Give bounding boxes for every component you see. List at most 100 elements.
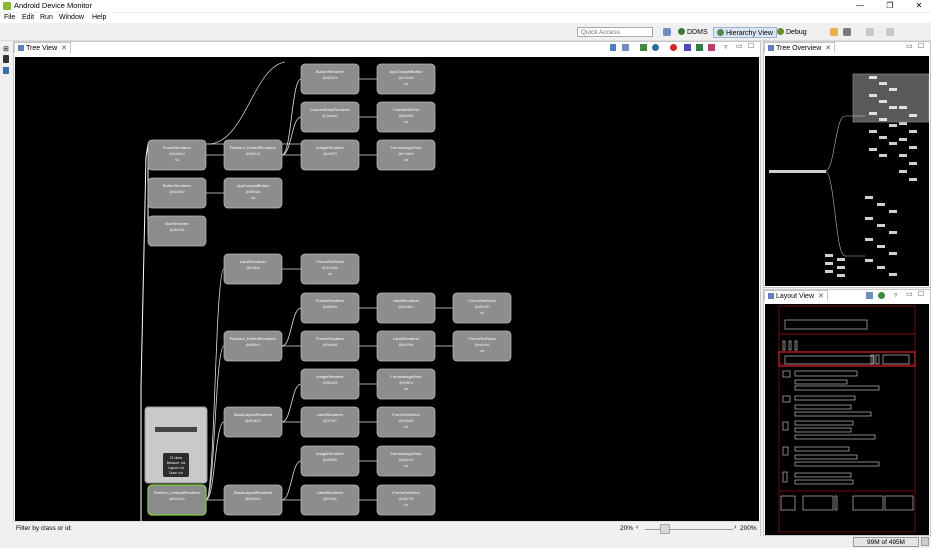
tree-node[interactable]: LabelRenderer @fe2f9ac: [300, 484, 360, 516]
tree-node[interactable]: LabelRenderer @2f77fe1: [300, 406, 360, 438]
tree-node[interactable]: Platform_DefaultRenderer @5e5f7a3: [223, 139, 283, 171]
node-detail: n/a: [480, 349, 485, 353]
menu-help[interactable]: Help: [92, 14, 106, 21]
next-annotation-icon[interactable]: [866, 28, 874, 36]
tree-node[interactable]: ButtonRenderer @2da8c90: [147, 177, 207, 209]
profile-nodes-icon[interactable]: [708, 44, 715, 51]
overview-node: [837, 266, 845, 269]
node-title: AppCompatButton: [390, 69, 423, 74]
view-menu-icon[interactable]: ▿: [724, 43, 728, 51]
tree-node[interactable]: FormsTextView @a6f2490 n/a: [452, 292, 512, 324]
preview-stat-line: 22 views: [170, 456, 183, 460]
tree-node[interactable]: CustomEntryRenderer @7aaeed2: [300, 101, 360, 133]
maximize-panel-icon[interactable]: ☐: [748, 42, 754, 50]
node-detail: n/a: [328, 272, 333, 276]
minimize-panel-icon[interactable]: ▭: [906, 42, 913, 50]
quick-access-input[interactable]: [577, 27, 653, 37]
zoom-slider-track[interactable]: [645, 529, 733, 530]
invalidate-layout-icon[interactable]: [652, 44, 659, 51]
maximize-panel-icon[interactable]: ☐: [918, 42, 924, 50]
maximize-panel-icon[interactable]: ☐: [918, 290, 924, 298]
dump-display-list-icon[interactable]: [696, 44, 703, 51]
menu-edit[interactable]: Edit: [22, 14, 34, 21]
tree-node[interactable]: FormsImageView @7bf5f7a n/a: [376, 368, 436, 400]
tree-node[interactable]: ImageRenderer @4b52f7f: [300, 139, 360, 171]
tool-icon[interactable]: [843, 28, 851, 36]
menu-file[interactable]: File: [4, 14, 15, 21]
tree-node[interactable]: AppCompatButton @f65b43a n/a: [223, 177, 283, 209]
window-title: Android Device Monitor: [14, 1, 92, 10]
save-png-icon[interactable]: [610, 44, 616, 51]
tab-tree-view[interactable]: Tree View ✕: [14, 42, 71, 53]
node-detail: n/a: [404, 387, 409, 391]
node-id: @d5b0d4e: [245, 497, 261, 501]
layout-canvas[interactable]: [765, 304, 929, 535]
tree-node[interactable]: ImageRenderer @f06a625: [300, 368, 360, 400]
menu-window[interactable]: Window: [59, 14, 84, 21]
tree-node[interactable]: Platform_DefaultRenderer @9ba0146: [147, 484, 207, 516]
perspective-debug[interactable]: Debug: [774, 27, 810, 38]
filter-input[interactable]: [76, 523, 600, 535]
zoom-slider-thumb[interactable]: [660, 524, 670, 534]
overview-node: [909, 162, 917, 165]
load-view-hierarchy-icon[interactable]: [640, 44, 647, 51]
request-layout-icon[interactable]: [684, 44, 691, 51]
close-button[interactable]: ✕: [909, 0, 929, 12]
tree-node[interactable]: FormsTextView @4f40796 n/a: [376, 484, 436, 516]
close-tab-icon[interactable]: ✕: [61, 45, 67, 52]
viewport-rect[interactable]: [852, 73, 930, 123]
tree-node[interactable]: FormsImageView @b7e4b5d n/a: [376, 139, 436, 171]
menu-run[interactable]: Run: [40, 14, 53, 21]
view-menu-icon[interactable]: ▿: [894, 291, 898, 299]
tree-canvas[interactable]: ButtonRenderer @fd0087a AppCompatButton @e7…: [15, 57, 759, 521]
overview-canvas[interactable]: [765, 56, 930, 286]
layout-refresh-icon[interactable]: [878, 292, 885, 299]
node-title: LabelRenderer: [240, 259, 267, 264]
tree-node[interactable]: LabelRenderer @6e10f9e: [376, 330, 436, 362]
overview-node: [877, 245, 885, 248]
tree-node[interactable]: ImageRenderer @c065f4c: [300, 445, 360, 477]
perspective-hierarchy-view[interactable]: Hierarchy View: [713, 27, 777, 38]
tab-layout-view[interactable]: Layout View ✕: [764, 290, 828, 301]
minimize-panel-icon[interactable]: ▭: [906, 290, 913, 298]
zoom-out-arrow-icon[interactable]: ‹: [636, 524, 638, 531]
prev-annotation-icon[interactable]: [886, 28, 894, 36]
node-id: @e62d8b4: [398, 305, 414, 309]
tree-node[interactable]: Platform_DefaultRenderer @e8f8bc1: [223, 330, 283, 362]
tree-node[interactable]: FrameRenderer @f0eddb4: [300, 330, 360, 362]
garbage-collect-icon[interactable]: [921, 537, 929, 546]
device-icon[interactable]: [3, 55, 9, 63]
tree-node[interactable]: ButtonRenderer @fd0087a: [300, 63, 360, 95]
overview-node: [889, 231, 897, 234]
stop-icon[interactable]: [670, 44, 677, 51]
tree-node[interactable]: FormsEditText @6c4df08 n/a: [376, 101, 436, 133]
tree-node[interactable]: BoxRenderer @4e61dfe: [147, 215, 207, 247]
tree-node[interactable]: FormsTextView @ea1a3ef n/a: [452, 330, 512, 362]
tree-node[interactable]: FrameRenderer @1b6a0c3 n/a: [147, 139, 207, 171]
tree-node[interactable]: AppCompatButton @e7c1a5b n/a: [376, 63, 436, 95]
open-perspective-icon[interactable]: [663, 28, 671, 36]
tab-tree-overview[interactable]: Tree Overview ✕: [764, 42, 836, 53]
tree-node[interactable]: FormsTextView @623bfc8 n/a: [376, 406, 436, 438]
tree-graph[interactable]: ButtonRenderer @fd0087a AppCompatButton @e7…: [15, 57, 759, 521]
tree-node[interactable]: FrameRenderer @a8e6bfc: [300, 292, 360, 324]
minimize-panel-icon[interactable]: ▭: [736, 42, 743, 50]
tree-node[interactable]: StackLayoutRenderer @d5b0d4e: [223, 484, 283, 516]
layout-load-icon[interactable]: [866, 292, 873, 299]
capture-layers-icon[interactable]: [622, 44, 629, 51]
tree-node[interactable]: FormsTextView @7e7a1db n/a: [300, 253, 360, 285]
windows-view-icon[interactable]: [3, 67, 9, 74]
tree-node[interactable]: StackLayoutRenderer @e81d023: [223, 406, 283, 438]
close-tab-icon[interactable]: ✕: [825, 45, 831, 52]
tree-node[interactable]: LabelRenderer @e62d8b4: [376, 292, 436, 324]
restore-button[interactable]: ❐: [880, 0, 900, 12]
restore-view-icon[interactable]: ⊞: [3, 45, 9, 53]
minimize-button[interactable]: —: [850, 0, 870, 12]
zoom-in-arrow-icon[interactable]: ›: [734, 524, 736, 531]
perspective-ddms[interactable]: DDMS: [675, 27, 711, 38]
node-title: FormsImageView: [390, 145, 421, 150]
tree-node[interactable]: FormsImageView @a4be2f1 n/a: [376, 445, 436, 477]
back-arrows-icon[interactable]: [830, 28, 838, 36]
close-tab-icon[interactable]: ✕: [818, 293, 824, 300]
tree-node[interactable]: LabelRenderer @b1f0bfe: [223, 253, 283, 285]
